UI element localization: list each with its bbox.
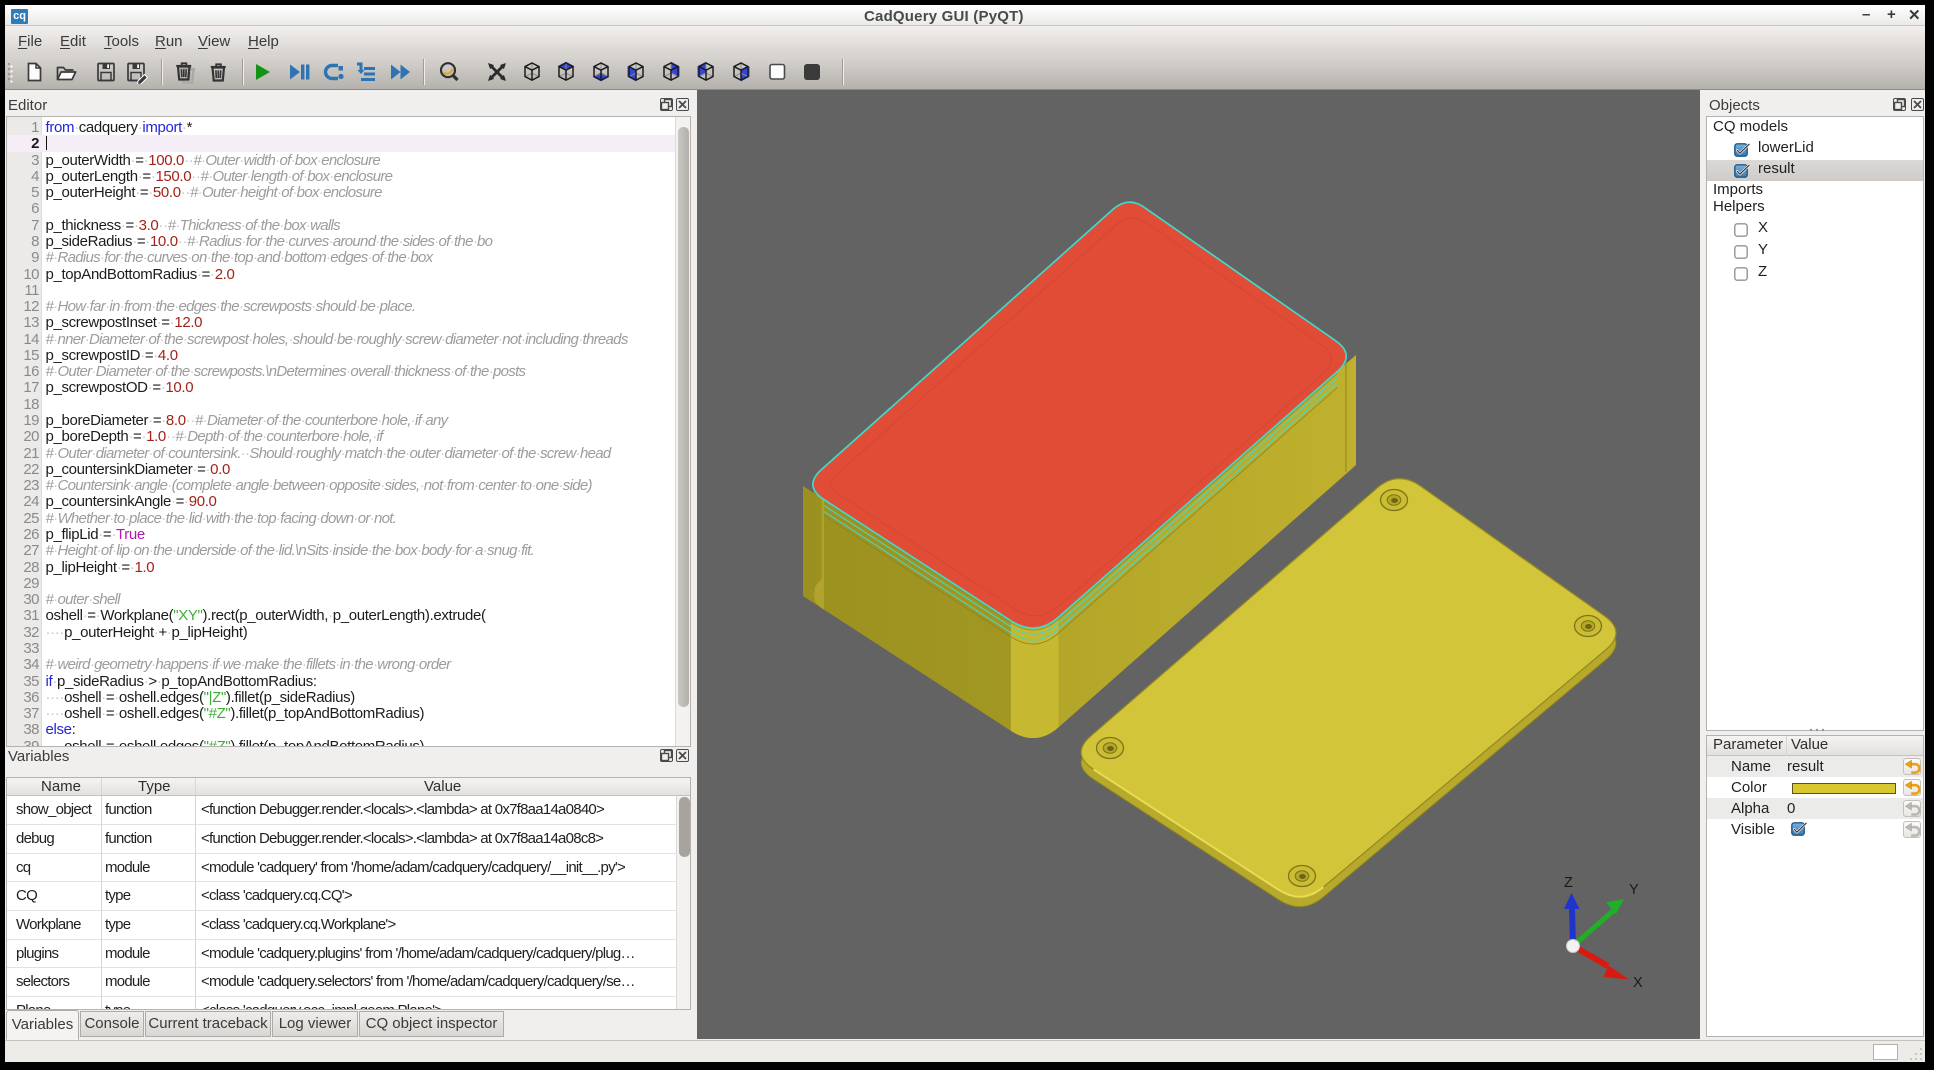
svg-text:Y: Y	[1629, 882, 1639, 898]
svg-text:Z: Z	[1564, 875, 1573, 891]
svg-text:X: X	[1633, 975, 1643, 991]
